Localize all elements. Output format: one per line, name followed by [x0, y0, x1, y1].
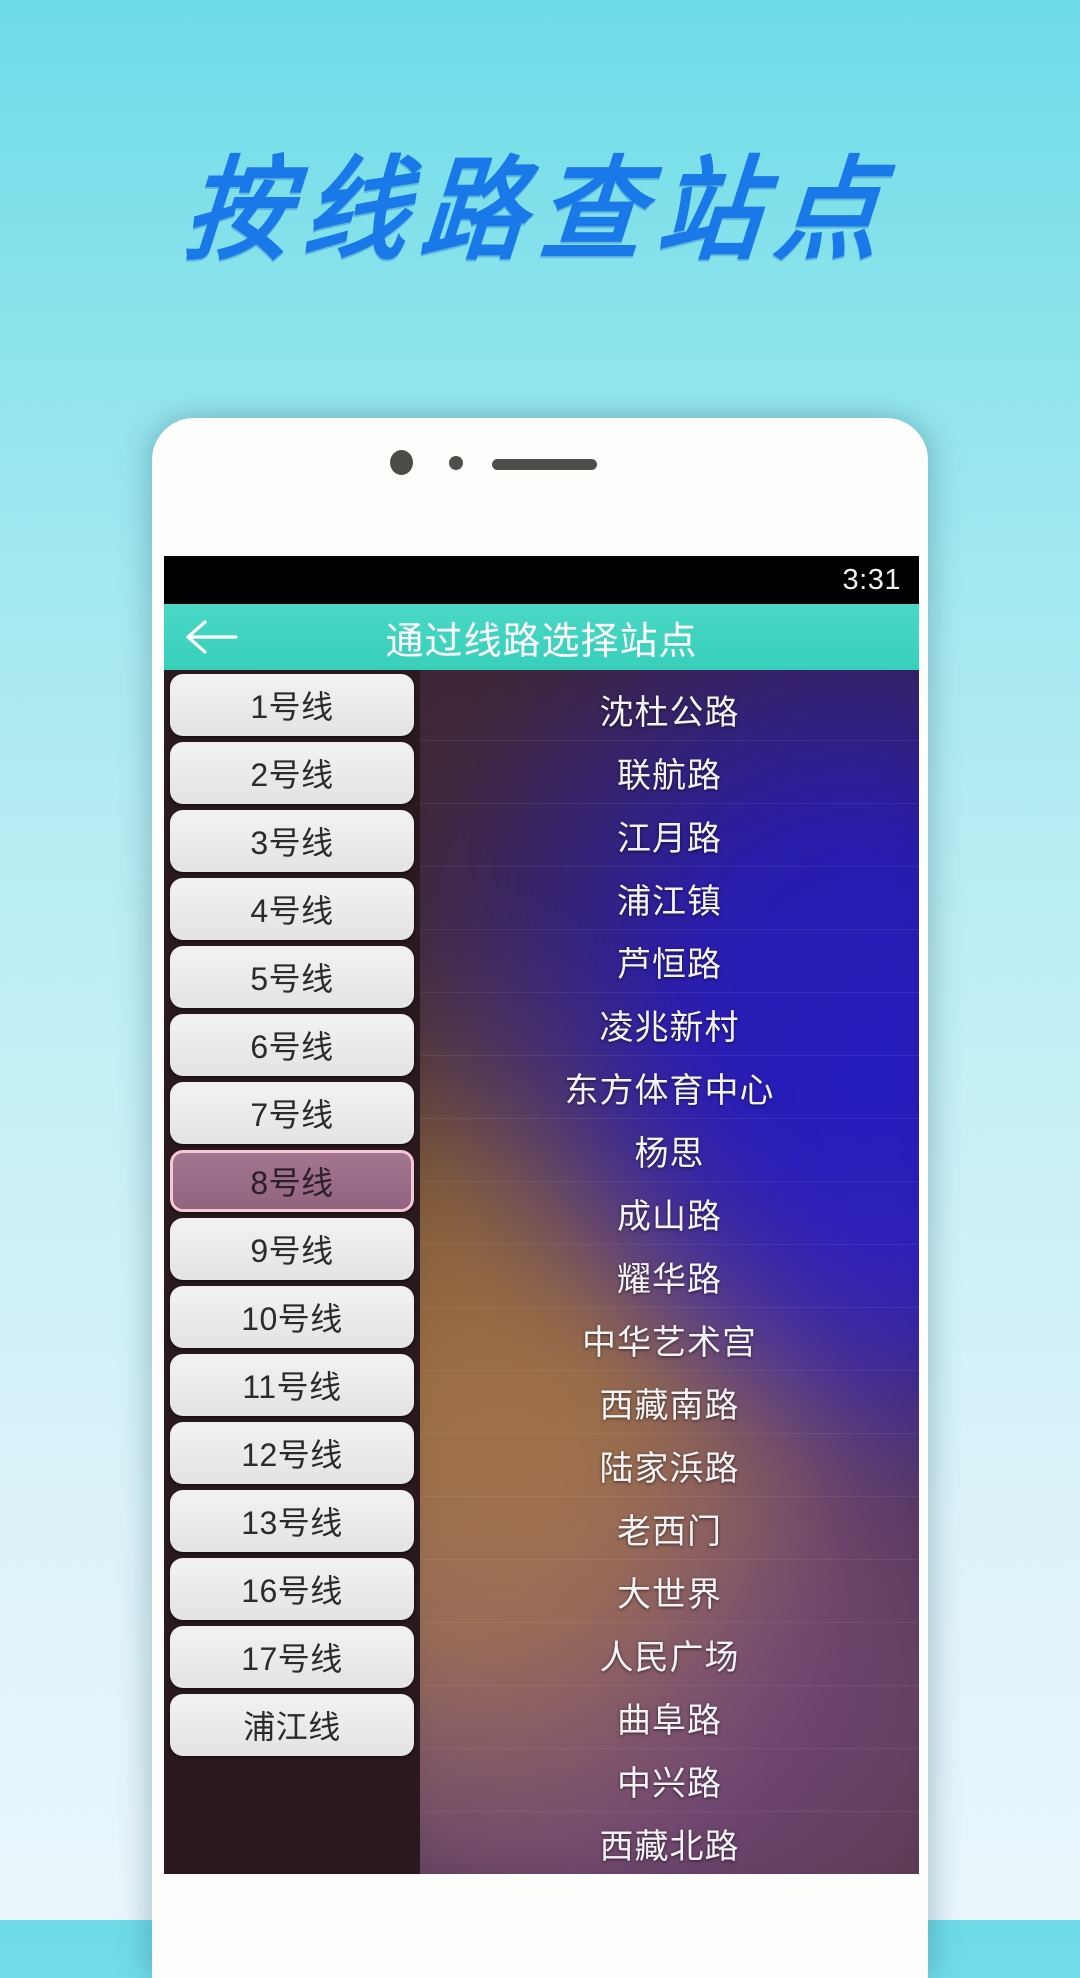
station-item[interactable]: 成山路: [420, 1182, 919, 1245]
line-item-5[interactable]: 5号线: [170, 946, 414, 1008]
line-item-label: 12号线: [241, 1437, 343, 1473]
line-item-label: 11号线: [242, 1369, 342, 1405]
sensor-dot-icon: [449, 456, 463, 470]
station-name: 曲阜路: [617, 1702, 722, 1740]
station-item[interactable]: 东方体育中心: [420, 1056, 919, 1119]
station-item[interactable]: 江月路: [420, 804, 919, 867]
station-name: 江月路: [617, 820, 722, 858]
station-item[interactable]: 陆家浜路: [420, 1434, 919, 1497]
back-arrow-icon: [183, 616, 241, 658]
line-item-label: 3号线: [250, 825, 334, 861]
line-item-label: 7号线: [250, 1097, 334, 1133]
phone-bezel-top: [152, 418, 928, 548]
station-name: 西藏北路: [599, 1828, 740, 1866]
line-item-10[interactable]: 10号线: [170, 1286, 414, 1348]
header-title: 通过线路选择站点: [385, 620, 698, 663]
station-item[interactable]: 联航路: [420, 741, 919, 804]
station-name: 凌兆新村: [599, 1009, 740, 1047]
station-name: 浦江镇: [617, 883, 722, 921]
station-name: 芦恒路: [617, 946, 722, 984]
station-name: 人民广场: [599, 1639, 740, 1677]
station-item[interactable]: 中华艺术宫: [420, 1308, 919, 1371]
line-item-label: 5号线: [250, 961, 334, 997]
station-item[interactable]: 耀华路: [420, 1245, 919, 1308]
back-button[interactable]: [164, 604, 260, 670]
station-panel[interactable]: 沈杜公路联航路江月路浦江镇芦恒路凌兆新村东方体育中心 杨思成山路耀华路中华艺术宫西…: [420, 670, 919, 1874]
station-item[interactable]: 浦江镇: [420, 867, 919, 930]
content-area: 1号线 2号线 3号线 4号线 5号线 6号线 7号线 8号线 9号线 10号线 11号线 12号线 1…: [164, 670, 919, 1874]
station-name: 耀华路: [617, 1261, 722, 1299]
station-item[interactable]: 芦恒路: [420, 930, 919, 993]
line-item-label: 10号线: [241, 1301, 343, 1337]
line-item-14[interactable]: 16号线: [170, 1558, 414, 1620]
line-item-11[interactable]: 11号线: [170, 1354, 414, 1416]
station-item[interactable]: 沈杜公路: [420, 678, 919, 741]
line-item-6[interactable]: 6号线: [170, 1014, 414, 1076]
line-item-label: 6号线: [250, 1029, 334, 1065]
line-item-label: 8号线: [250, 1165, 334, 1201]
station-name: 西藏南路: [599, 1387, 740, 1425]
page-title: 按线路查站点: [180, 143, 900, 276]
station-name: 中华艺术宫: [582, 1324, 757, 1362]
station-name: 成山路: [617, 1198, 722, 1236]
station-name: 东方体育中心: [564, 1072, 775, 1110]
station-item[interactable]: 西藏南路: [420, 1371, 919, 1434]
status-bar: 3:31: [164, 556, 919, 604]
station-item[interactable]: 人民广场: [420, 1623, 919, 1686]
station-item[interactable]: 大世界: [420, 1560, 919, 1623]
station-item[interactable]: 西藏北路: [420, 1812, 919, 1874]
line-item-label: 13号线: [241, 1505, 343, 1541]
line-item-label: 4号线: [250, 893, 334, 929]
status-time: 3:31: [842, 563, 901, 596]
line-item-label: 浦江线: [243, 1709, 341, 1745]
station-name: 陆家浜路: [599, 1450, 740, 1488]
station-name: 联航路: [617, 757, 722, 795]
station-item[interactable]: 凌兆新村: [420, 993, 919, 1056]
line-item-2[interactable]: 2号线: [170, 742, 414, 804]
line-item-8[interactable]: 8号线: [170, 1150, 414, 1212]
line-item-4[interactable]: 4号线: [170, 878, 414, 940]
line-item-13[interactable]: 13号线: [170, 1490, 414, 1552]
line-item-label: 16号线: [241, 1573, 343, 1609]
station-name: 沈杜公路: [599, 694, 740, 732]
line-item-7[interactable]: 7号线: [170, 1082, 414, 1144]
line-item-15[interactable]: 17号线: [170, 1626, 414, 1688]
station-item[interactable]: 中兴路: [420, 1749, 919, 1812]
line-item-label: 2号线: [250, 757, 334, 793]
station-item[interactable]: 曲阜路: [420, 1686, 919, 1749]
line-item-label: 17号线: [241, 1641, 343, 1677]
line-item-12[interactable]: 12号线: [170, 1422, 414, 1484]
camera-dot-icon: [390, 450, 413, 475]
line-item-3[interactable]: 3号线: [170, 810, 414, 872]
phone-screen: 3:31 通过线路选择站点 1号线 2号线 3号线 4号线 5号线 6号线 7号线 8号线 9号…: [164, 556, 919, 1874]
line-item-label: 9号线: [250, 1233, 334, 1269]
station-scroll[interactable]: 沈杜公路联航路江月路浦江镇芦恒路凌兆新村东方体育中心 杨思成山路耀华路中华艺术宫西…: [420, 670, 919, 1874]
station-name: 中兴路: [617, 1765, 722, 1803]
station-name: 大世界: [617, 1576, 722, 1614]
station-item[interactable]: 杨思: [420, 1119, 919, 1182]
line-item-16[interactable]: 浦江线: [170, 1694, 414, 1756]
app-header: 通过线路选择站点: [164, 604, 919, 670]
line-item-9[interactable]: 9号线: [170, 1218, 414, 1280]
station-name: 杨思: [634, 1135, 705, 1173]
station-item[interactable]: 老西门: [420, 1497, 919, 1560]
line-item-1[interactable]: 1号线: [170, 674, 414, 736]
line-list[interactable]: 1号线 2号线 3号线 4号线 5号线 6号线 7号线 8号线 9号线 10号线 11号线 12号线 1…: [164, 670, 420, 1874]
line-item-label: 1号线: [250, 689, 334, 725]
speaker-bar-icon: [492, 459, 597, 470]
station-name: 老西门: [617, 1513, 722, 1551]
